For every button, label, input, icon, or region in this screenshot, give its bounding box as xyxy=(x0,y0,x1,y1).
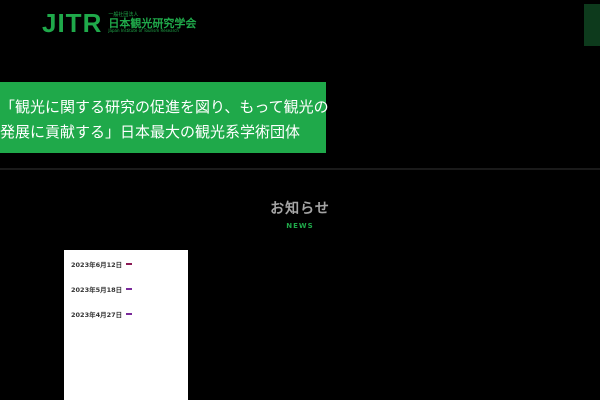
section-divider xyxy=(0,168,600,170)
main-nav xyxy=(490,36,560,49)
news-meta: 2023年6月12日 xyxy=(71,259,181,269)
logo-org-name-en: Japan Institute of Tourism Research xyxy=(108,28,179,34)
news-date: 2023年6月12日 xyxy=(71,261,123,269)
site-logo[interactable]: JITR 一般社団法人 日本観光研究学会 Japan Institute of … xyxy=(42,10,196,36)
hero-banner: 「観光に関する研究の促進を図り、もって観光の 発展に貢献する」日本最大の観光系学… xyxy=(0,82,329,153)
news-date: 2023年4月27日 xyxy=(71,311,123,319)
hero-tagline-line-2: 発展に貢献する」日本最大の観光系学術団体 xyxy=(0,123,301,141)
news-section-subtitle: NEWS xyxy=(286,222,314,230)
news-item[interactable]: 2023年4月27日 xyxy=(71,309,181,319)
news-category-badge xyxy=(126,288,133,290)
side-tab[interactable] xyxy=(584,4,600,46)
news-category-badge xyxy=(126,313,133,315)
news-list: 2023年6月12日 2023年5月18日 2023年4月27日 xyxy=(64,250,188,400)
logo-text: 一般社団法人 日本観光研究学会 Japan Institute of Touri… xyxy=(108,12,196,34)
news-date: 2023年5月18日 xyxy=(71,286,123,294)
news-section-title: お知らせ xyxy=(270,201,330,217)
hero-tagline-line-1: 「観光に関する研究の促進を図り、もって観光の xyxy=(0,98,329,116)
news-meta: 2023年4月27日 xyxy=(71,309,181,319)
news-item[interactable]: 2023年5月18日 xyxy=(71,284,181,294)
news-category-badge xyxy=(126,263,133,265)
news-item[interactable]: 2023年6月12日 xyxy=(71,259,181,269)
news-meta: 2023年5月18日 xyxy=(71,284,181,294)
logo-mark: JITR xyxy=(42,8,103,38)
